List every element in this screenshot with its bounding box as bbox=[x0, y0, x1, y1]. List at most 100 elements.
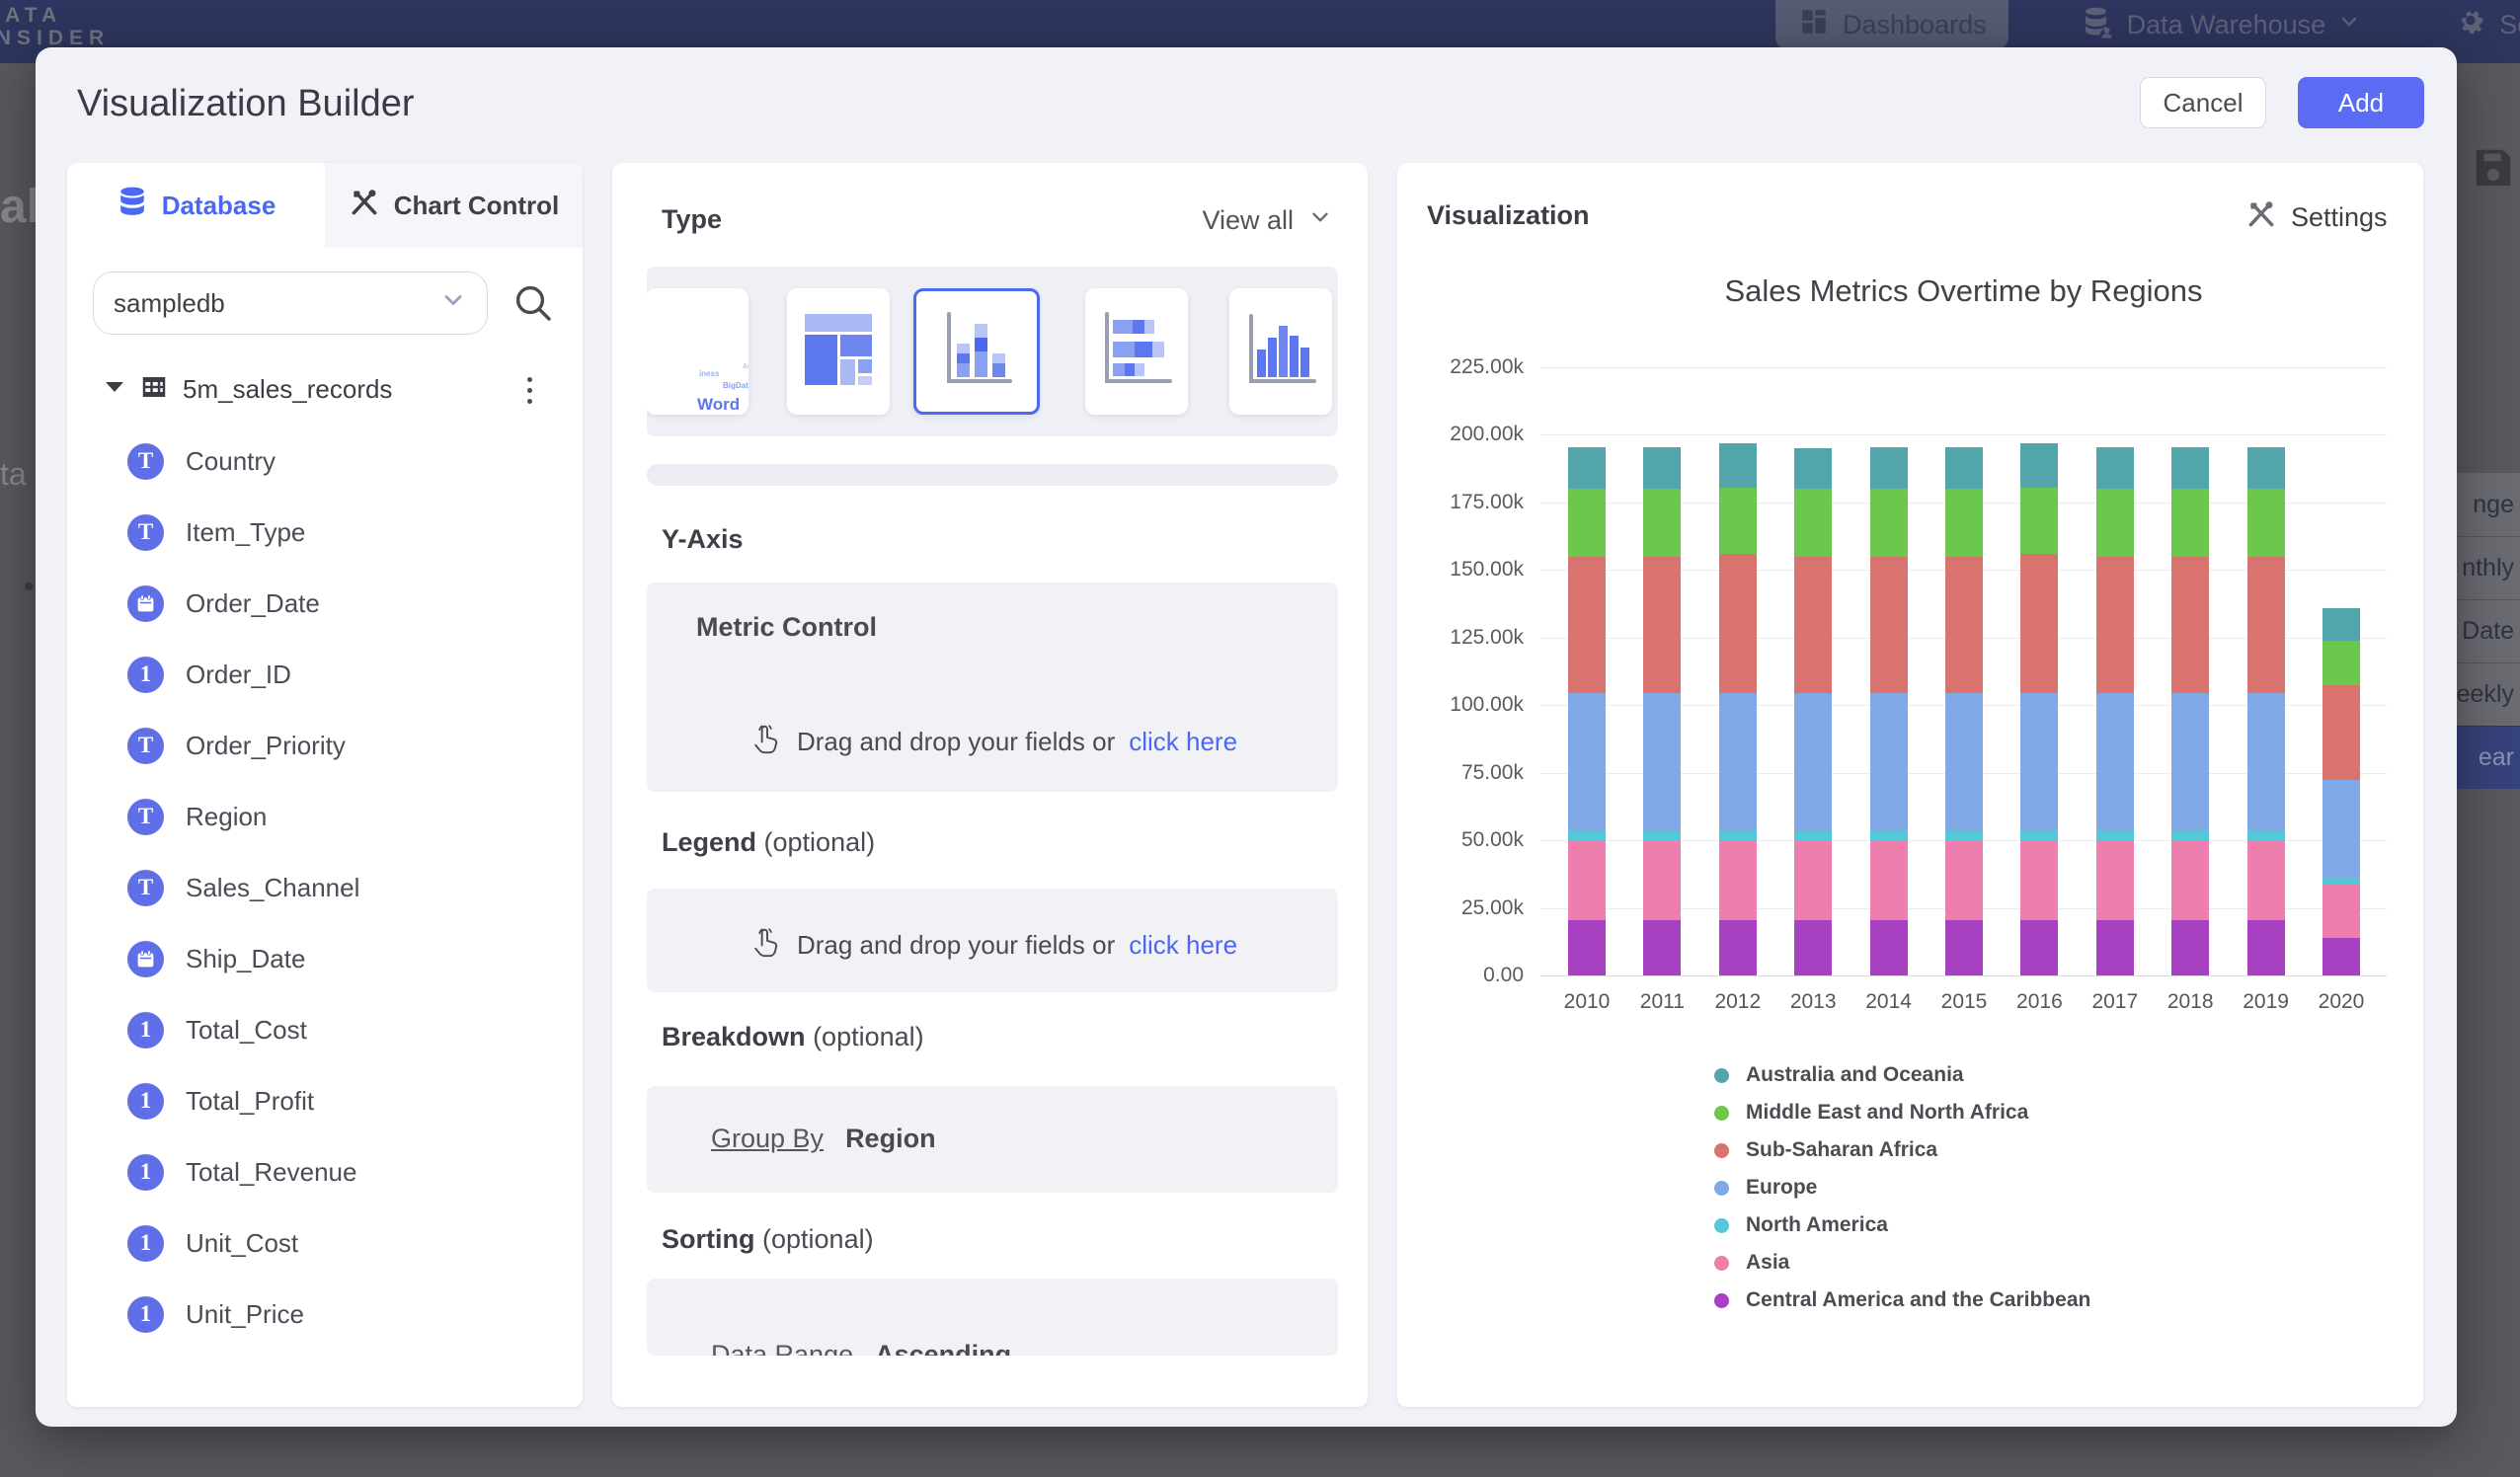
bar-segment bbox=[1870, 447, 1908, 489]
type-card-stacked-column-chart[interactable] bbox=[913, 288, 1040, 415]
bar-segment bbox=[2323, 685, 2360, 780]
field-item-region[interactable]: TRegion bbox=[67, 781, 583, 852]
field-item-item_type[interactable]: TItem_Type bbox=[67, 497, 583, 568]
field-name: Total_Profit bbox=[186, 1086, 314, 1117]
sorting-card[interactable]: Data Range Ascending bbox=[647, 1279, 1338, 1356]
bar-segment bbox=[2096, 693, 2134, 831]
legend-dropzone[interactable]: Drag and drop your fields or click here bbox=[647, 889, 1338, 992]
visualization-builder-dialog: Visualization Builder Cancel Add Databas… bbox=[36, 47, 2457, 1427]
nav-item-dashboards[interactable]: Dashboards bbox=[1775, 0, 2008, 49]
bar-segment bbox=[2096, 447, 2134, 489]
bar-segment bbox=[1870, 693, 1908, 831]
chart-settings-button[interactable]: Settings bbox=[2245, 198, 2388, 237]
legend-item[interactable]: Asia bbox=[1714, 1244, 2090, 1282]
legend-item[interactable]: Middle East and North Africa bbox=[1714, 1094, 2090, 1131]
bar-segment bbox=[1945, 557, 1983, 693]
group-by-value: Region bbox=[845, 1124, 936, 1154]
x-axis-tick-label: 2016 bbox=[2002, 990, 2077, 1014]
caret-down-icon[interactable] bbox=[104, 379, 125, 400]
legend-item[interactable]: Europe bbox=[1714, 1169, 2090, 1206]
x-axis-tick-label: 2017 bbox=[2078, 990, 2153, 1014]
sorting-range-link[interactable]: Data Range bbox=[711, 1340, 853, 1356]
bar-segment bbox=[1794, 448, 1832, 490]
bar-segment bbox=[1794, 489, 1832, 556]
group-by-link[interactable]: Group By bbox=[711, 1124, 824, 1154]
tab-chart-control[interactable]: Chart Control bbox=[325, 163, 583, 248]
bar-segment bbox=[2020, 488, 2058, 554]
type-card-column-chart[interactable] bbox=[1229, 288, 1332, 415]
bar-segment bbox=[1643, 557, 1681, 693]
bar-segment bbox=[2247, 447, 2285, 489]
tab-database[interactable]: Database bbox=[67, 163, 325, 248]
field-name: Total_Revenue bbox=[186, 1157, 356, 1188]
y-axis-tick-label: 75.00k bbox=[1397, 761, 1524, 785]
view-all-button[interactable]: View all bbox=[1165, 204, 1333, 237]
carousel-scrollbar[interactable] bbox=[647, 464, 1338, 486]
x-axis-tick-label: 2020 bbox=[2304, 990, 2379, 1014]
field-item-sales_channel[interactable]: TSales_Channel bbox=[67, 852, 583, 923]
x-axis-tick-label: 2010 bbox=[1549, 990, 1624, 1014]
add-button[interactable]: Add bbox=[2298, 77, 2424, 128]
field-item-country[interactable]: TCountry bbox=[67, 426, 583, 497]
settings-tools-icon bbox=[2245, 198, 2277, 237]
field-item-order_date[interactable]: Order_Date bbox=[67, 568, 583, 639]
metric-control-dropzone[interactable]: Metric Control Drag and drop your fields… bbox=[647, 583, 1338, 792]
bar-segment bbox=[1794, 831, 1832, 842]
field-item-total_cost[interactable]: 1Total_Cost bbox=[67, 994, 583, 1065]
type-card-word-cloud-chart[interactable]: iness Analytics BigData Word mining Clou… bbox=[647, 288, 748, 415]
legend-item[interactable]: Sub-Saharan Africa bbox=[1714, 1131, 2090, 1169]
database-select[interactable]: sampledb bbox=[93, 272, 488, 335]
field-item-order_id[interactable]: 1Order_ID bbox=[67, 639, 583, 710]
legend-item[interactable]: Central America and the Caribbean bbox=[1714, 1282, 2090, 1319]
legend-item[interactable]: North America bbox=[1714, 1206, 2090, 1244]
visualization-panel-title: Visualization bbox=[1427, 200, 1590, 231]
field-item-order_priority[interactable]: TOrder_Priority bbox=[67, 710, 583, 781]
bar-segment bbox=[1719, 554, 1757, 693]
bar-segment bbox=[1794, 920, 1832, 975]
bar-segment bbox=[2096, 841, 2134, 919]
bar-segment bbox=[1643, 831, 1681, 842]
field-type-date-icon bbox=[127, 941, 164, 977]
type-card-stacked-bar-chart[interactable] bbox=[1085, 288, 1188, 415]
cancel-button[interactable]: Cancel bbox=[2140, 77, 2266, 128]
bar-segment bbox=[1643, 841, 1681, 919]
bar-segment bbox=[2096, 920, 2134, 975]
nav-item-settings[interactable]: Settings bbox=[2432, 0, 2520, 49]
legend-label: Asia bbox=[1746, 1251, 1789, 1275]
bar-segment bbox=[2171, 841, 2209, 919]
sorting-title-text: Sorting bbox=[662, 1224, 755, 1254]
bar-segment bbox=[2020, 443, 2058, 488]
click-here-link[interactable]: click here bbox=[1129, 727, 1237, 757]
bar-segment bbox=[1870, 831, 1908, 842]
click-here-link[interactable]: click here bbox=[1129, 930, 1237, 961]
bar-segment bbox=[2247, 831, 2285, 842]
table-tree-header[interactable]: 5m_sales_records bbox=[67, 364, 583, 414]
type-card-treemap-chart[interactable] bbox=[787, 288, 890, 415]
x-axis-tick-label: 2015 bbox=[1927, 990, 2002, 1014]
save-icon[interactable] bbox=[2471, 144, 2516, 194]
bar-segment bbox=[1719, 841, 1757, 919]
breakdown-optional-text: (optional) bbox=[813, 1022, 924, 1051]
breakdown-groupby-card[interactable]: Group By Region bbox=[647, 1086, 1338, 1193]
dropzone-hint-text: Drag and drop your fields or bbox=[797, 727, 1115, 757]
field-item-ship_date[interactable]: Ship_Date bbox=[67, 923, 583, 994]
bar-segment bbox=[2247, 693, 2285, 831]
bar-segment bbox=[1945, 920, 1983, 975]
bar-segment bbox=[2096, 489, 2134, 556]
field-item-total_profit[interactable]: 1Total_Profit bbox=[67, 1065, 583, 1136]
bar-segment bbox=[2247, 489, 2285, 556]
field-item-unit_price[interactable]: 1Unit_Price bbox=[67, 1279, 583, 1350]
bar-segment bbox=[2171, 693, 2209, 831]
legend-item[interactable]: Australia and Oceania bbox=[1714, 1056, 2090, 1094]
bar-segment bbox=[2171, 920, 2209, 975]
search-icon[interactable] bbox=[510, 279, 557, 327]
bar-segment bbox=[1794, 841, 1832, 919]
bar-segment bbox=[2323, 938, 2360, 975]
nav-item-data-warehouse[interactable]: Data Warehouse bbox=[2058, 0, 2384, 49]
field-item-total_revenue[interactable]: 1Total_Revenue bbox=[67, 1136, 583, 1207]
legend-label: Australia and Oceania bbox=[1746, 1063, 1964, 1087]
treemap-chart-icon bbox=[803, 312, 874, 392]
field-item-unit_cost[interactable]: 1Unit_Cost bbox=[67, 1207, 583, 1279]
table-more-menu-icon[interactable] bbox=[510, 368, 549, 412]
bar-segment bbox=[2020, 693, 2058, 831]
